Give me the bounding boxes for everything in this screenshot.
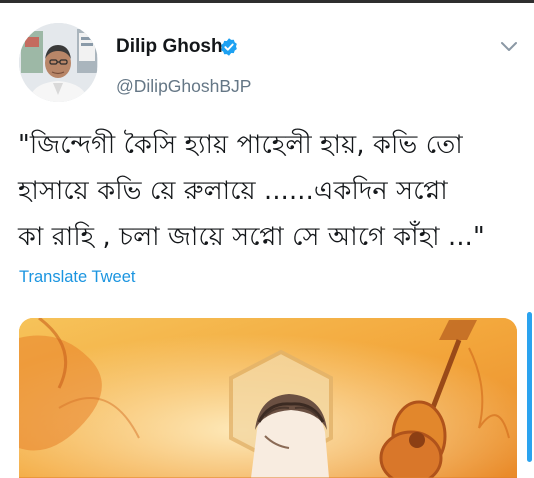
author-handle[interactable]: @DilipGhoshBJP [116,76,251,97]
tweet-text: "জিন্দেগী কৈসি হ্যায় পাহেলী হায়, কভি ত… [18,130,485,252]
author-name[interactable]: Dilip Ghosh [116,36,223,58]
chevron-down-icon[interactable] [499,40,519,54]
tweet-media[interactable] [19,318,517,478]
illustration-with-guitar-icon [19,318,517,478]
profile-photo-icon [19,23,98,102]
scrollbar-thumb[interactable] [527,312,532,462]
verified-badge-icon [221,38,237,56]
author-avatar[interactable] [19,23,98,102]
translate-tweet-link[interactable]: Translate Tweet [19,268,135,287]
top-border [0,0,534,3]
